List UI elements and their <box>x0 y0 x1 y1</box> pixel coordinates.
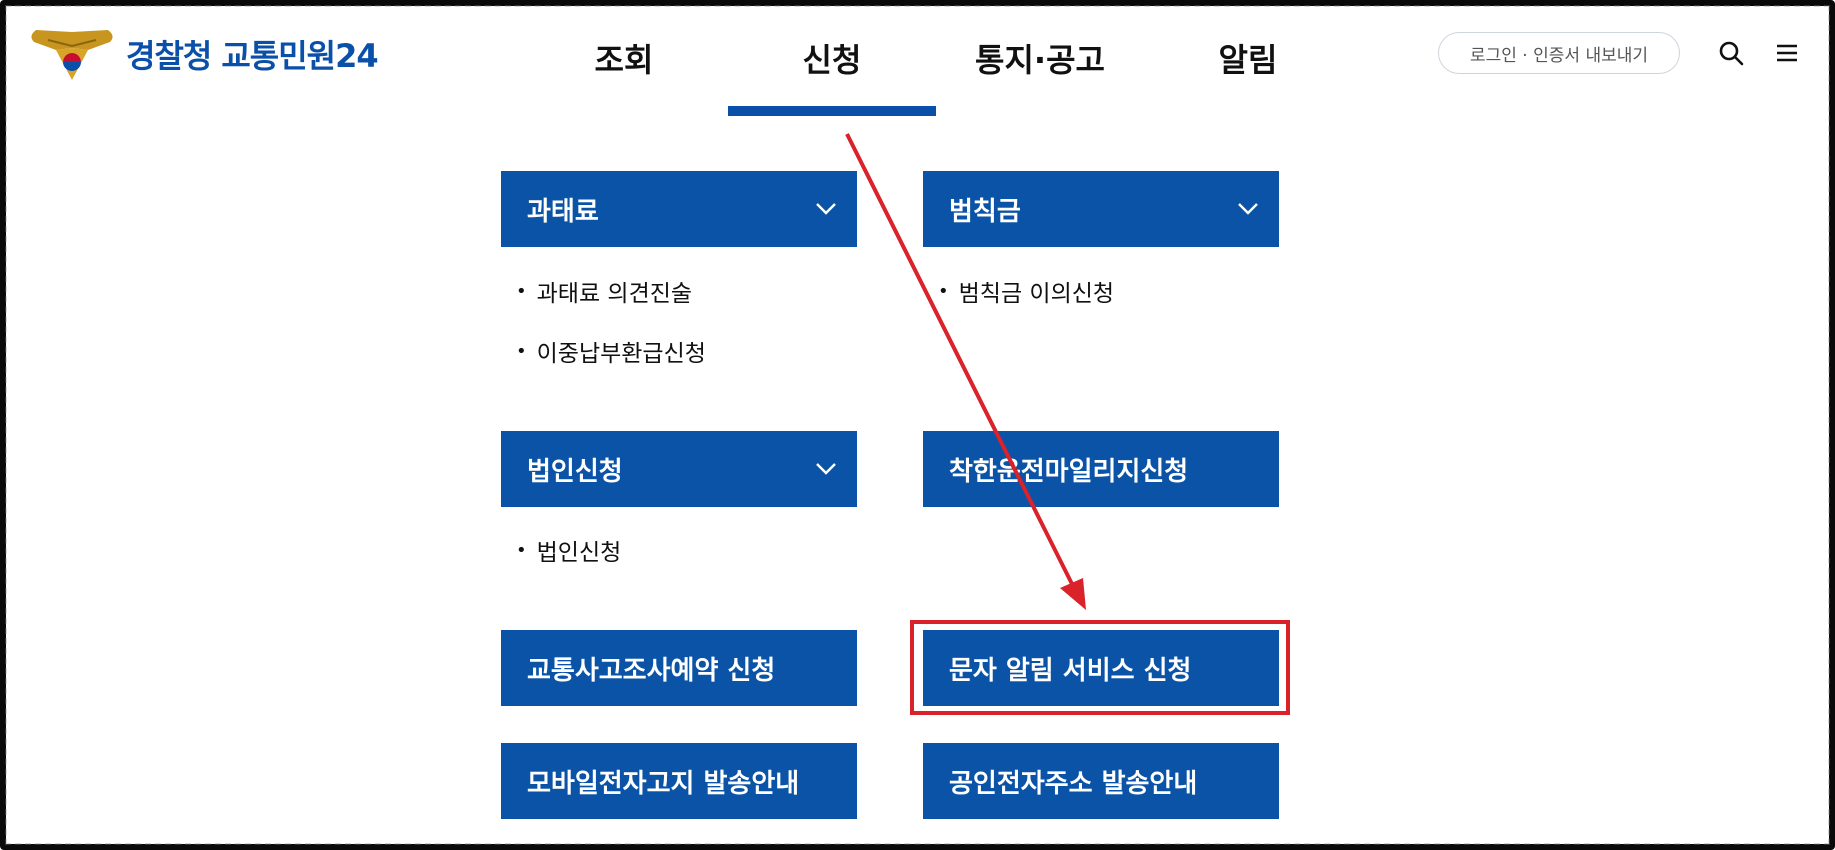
corporate-menu-button[interactable]: 법인신청 <box>501 431 857 507</box>
bullet-icon: • <box>938 280 949 302</box>
bullet-icon: • <box>516 539 527 561</box>
login-button[interactable]: 로그인 · 인증서 내보내기 <box>1438 32 1680 74</box>
corporate-menu-label: 법인신청 <box>527 456 623 487</box>
accident-reservation-label: 교통사고조사예약 신청 <box>527 655 776 686</box>
accident-reservation-button[interactable]: 교통사고조사예약 신청 <box>501 630 857 706</box>
fine-opinion-label: 과태료 의견진술 <box>536 281 693 307</box>
mileage-button[interactable]: 착한운전마일리지신청 <box>923 431 1279 507</box>
penalty-menu-label: 범칙금 <box>949 196 1021 227</box>
brand-name-police: 경찰청 <box>126 37 212 75</box>
mobile-notice-label: 모바일전자고지 발송안내 <box>527 768 800 799</box>
site-logo[interactable]: 경찰청 교통민원24 <box>26 26 379 82</box>
double-payment-refund-link[interactable]: • 이중납부환급신청 <box>516 334 706 368</box>
fine-menu-label: 과태료 <box>527 196 599 227</box>
screenshot-frame <box>0 0 1835 850</box>
highlight-box <box>910 620 1290 715</box>
penalty-objection-label: 범칙금 이의신청 <box>958 281 1115 307</box>
chevron-down-icon <box>816 203 836 215</box>
main-nav: 조회 신청 통지·공고 알림 <box>520 0 1352 116</box>
mobile-notice-button[interactable]: 모바일전자고지 발송안내 <box>501 743 857 819</box>
nav-item-notice[interactable]: 통지·공고 <box>936 0 1144 116</box>
chevron-down-icon <box>816 463 836 475</box>
penalty-menu-button[interactable]: 범칙금 <box>923 171 1279 247</box>
search-icon[interactable] <box>1718 40 1744 66</box>
fine-opinion-link[interactable]: • 과태료 의견진술 <box>516 274 692 308</box>
brand-name-service: 교통민원24 <box>221 37 378 75</box>
police-emblem-icon <box>31 30 113 80</box>
bullet-icon: • <box>516 340 527 362</box>
corporate-apply-link[interactable]: • 법인신청 <box>516 533 621 567</box>
menu-icon[interactable] <box>1774 40 1800 66</box>
nav-item-apply[interactable]: 신청 <box>728 0 936 116</box>
certified-address-label: 공인전자주소 발송안내 <box>949 768 1198 799</box>
fine-menu-button[interactable]: 과태료 <box>501 171 857 247</box>
double-payment-refund-label: 이중납부환급신청 <box>536 341 706 367</box>
nav-item-inquiry[interactable]: 조회 <box>520 0 728 116</box>
bullet-icon: • <box>516 280 527 302</box>
certified-address-button[interactable]: 공인전자주소 발송안내 <box>923 743 1279 819</box>
corporate-apply-label: 법인신청 <box>536 540 622 566</box>
mileage-label: 착한운전마일리지신청 <box>949 456 1189 487</box>
nav-item-alerts[interactable]: 알림 <box>1144 0 1352 116</box>
chevron-down-icon <box>1238 203 1258 215</box>
penalty-objection-link[interactable]: • 범칙금 이의신청 <box>938 274 1114 308</box>
